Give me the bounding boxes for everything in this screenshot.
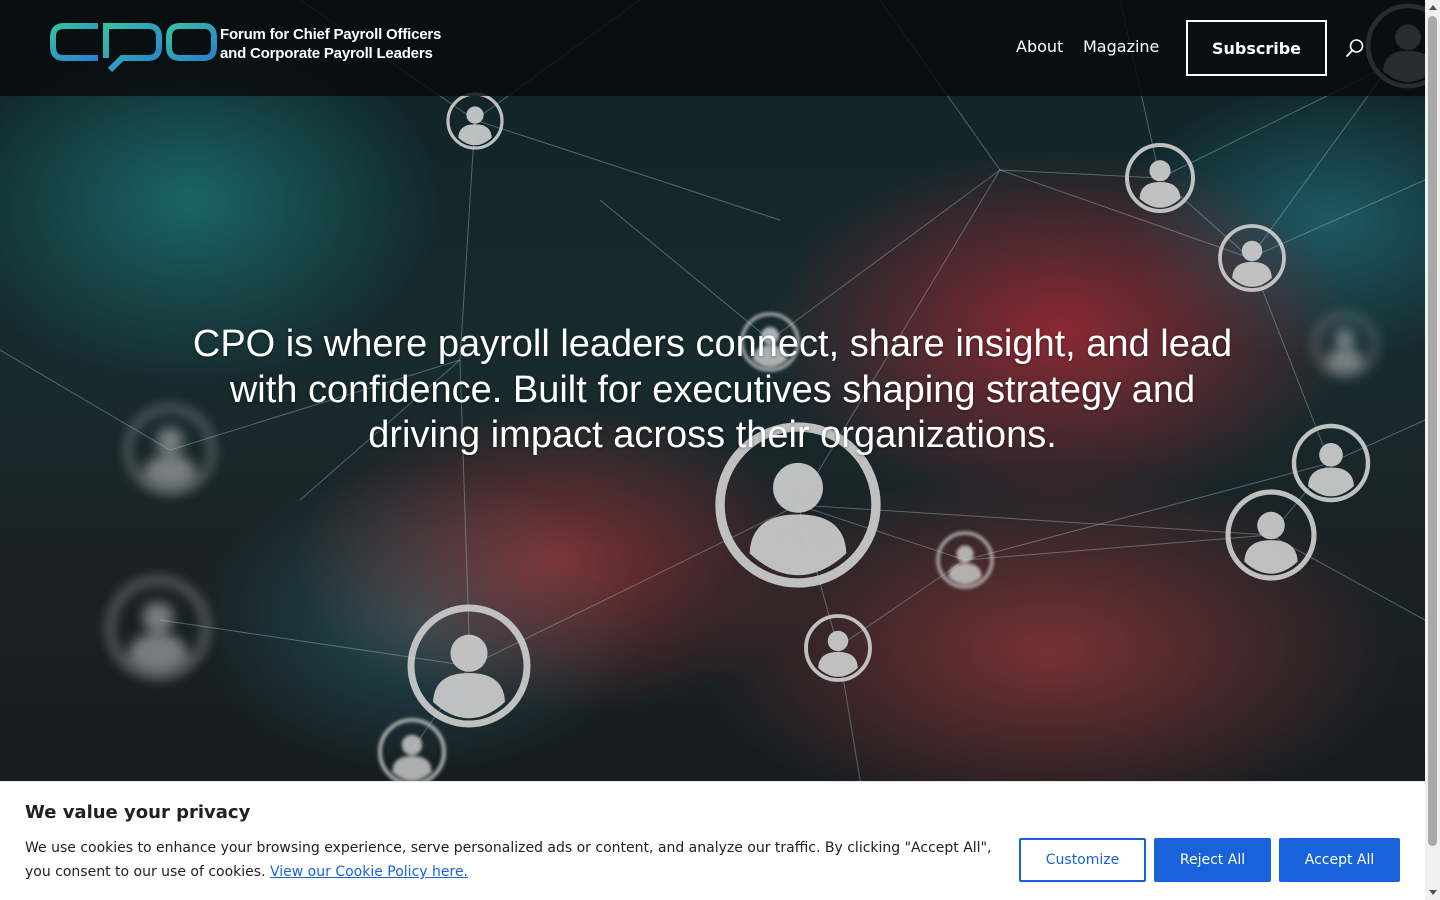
nav-magazine[interactable]: Magazine: [1083, 37, 1159, 56]
cpo-logo[interactable]: [48, 20, 218, 76]
cookie-title: We value your privacy: [25, 802, 251, 823]
site-header: Forum for Chief Payroll Officers and Cor…: [0, 0, 1425, 96]
scroll-down-arrow[interactable]: [1425, 885, 1440, 900]
scroll-up-arrow[interactable]: [1425, 0, 1440, 15]
cookie-text: We use cookies to enhance your browsing …: [25, 840, 992, 880]
hero-headline: CPO is where payroll leaders connect, sh…: [192, 323, 1233, 456]
tagline-line-1: Forum for Chief Payroll Officers: [220, 26, 442, 43]
scrollbar-thumb[interactable]: [1428, 16, 1437, 846]
site-tagline: Forum for Chief Payroll Officers and Cor…: [220, 25, 441, 63]
search-icon[interactable]: [1345, 38, 1365, 58]
page: Forum for Chief Payroll Officers and Cor…: [0, 0, 1425, 900]
tagline-line-2: and Corporate Payroll Leaders: [220, 45, 433, 62]
subscribe-button[interactable]: Subscribe: [1186, 20, 1327, 76]
nav-about[interactable]: About: [1016, 37, 1063, 56]
cookie-description: We use cookies to enhance your browsing …: [25, 836, 1010, 884]
cookie-policy-link[interactable]: View our Cookie Policy here.: [270, 864, 468, 880]
accept-all-button[interactable]: Accept All: [1279, 838, 1400, 882]
reject-all-button[interactable]: Reject All: [1154, 838, 1271, 882]
page-scrollbar[interactable]: [1425, 0, 1440, 900]
cookie-banner: We value your privacy We use cookies to …: [0, 781, 1425, 900]
customize-button[interactable]: Customize: [1019, 838, 1146, 882]
